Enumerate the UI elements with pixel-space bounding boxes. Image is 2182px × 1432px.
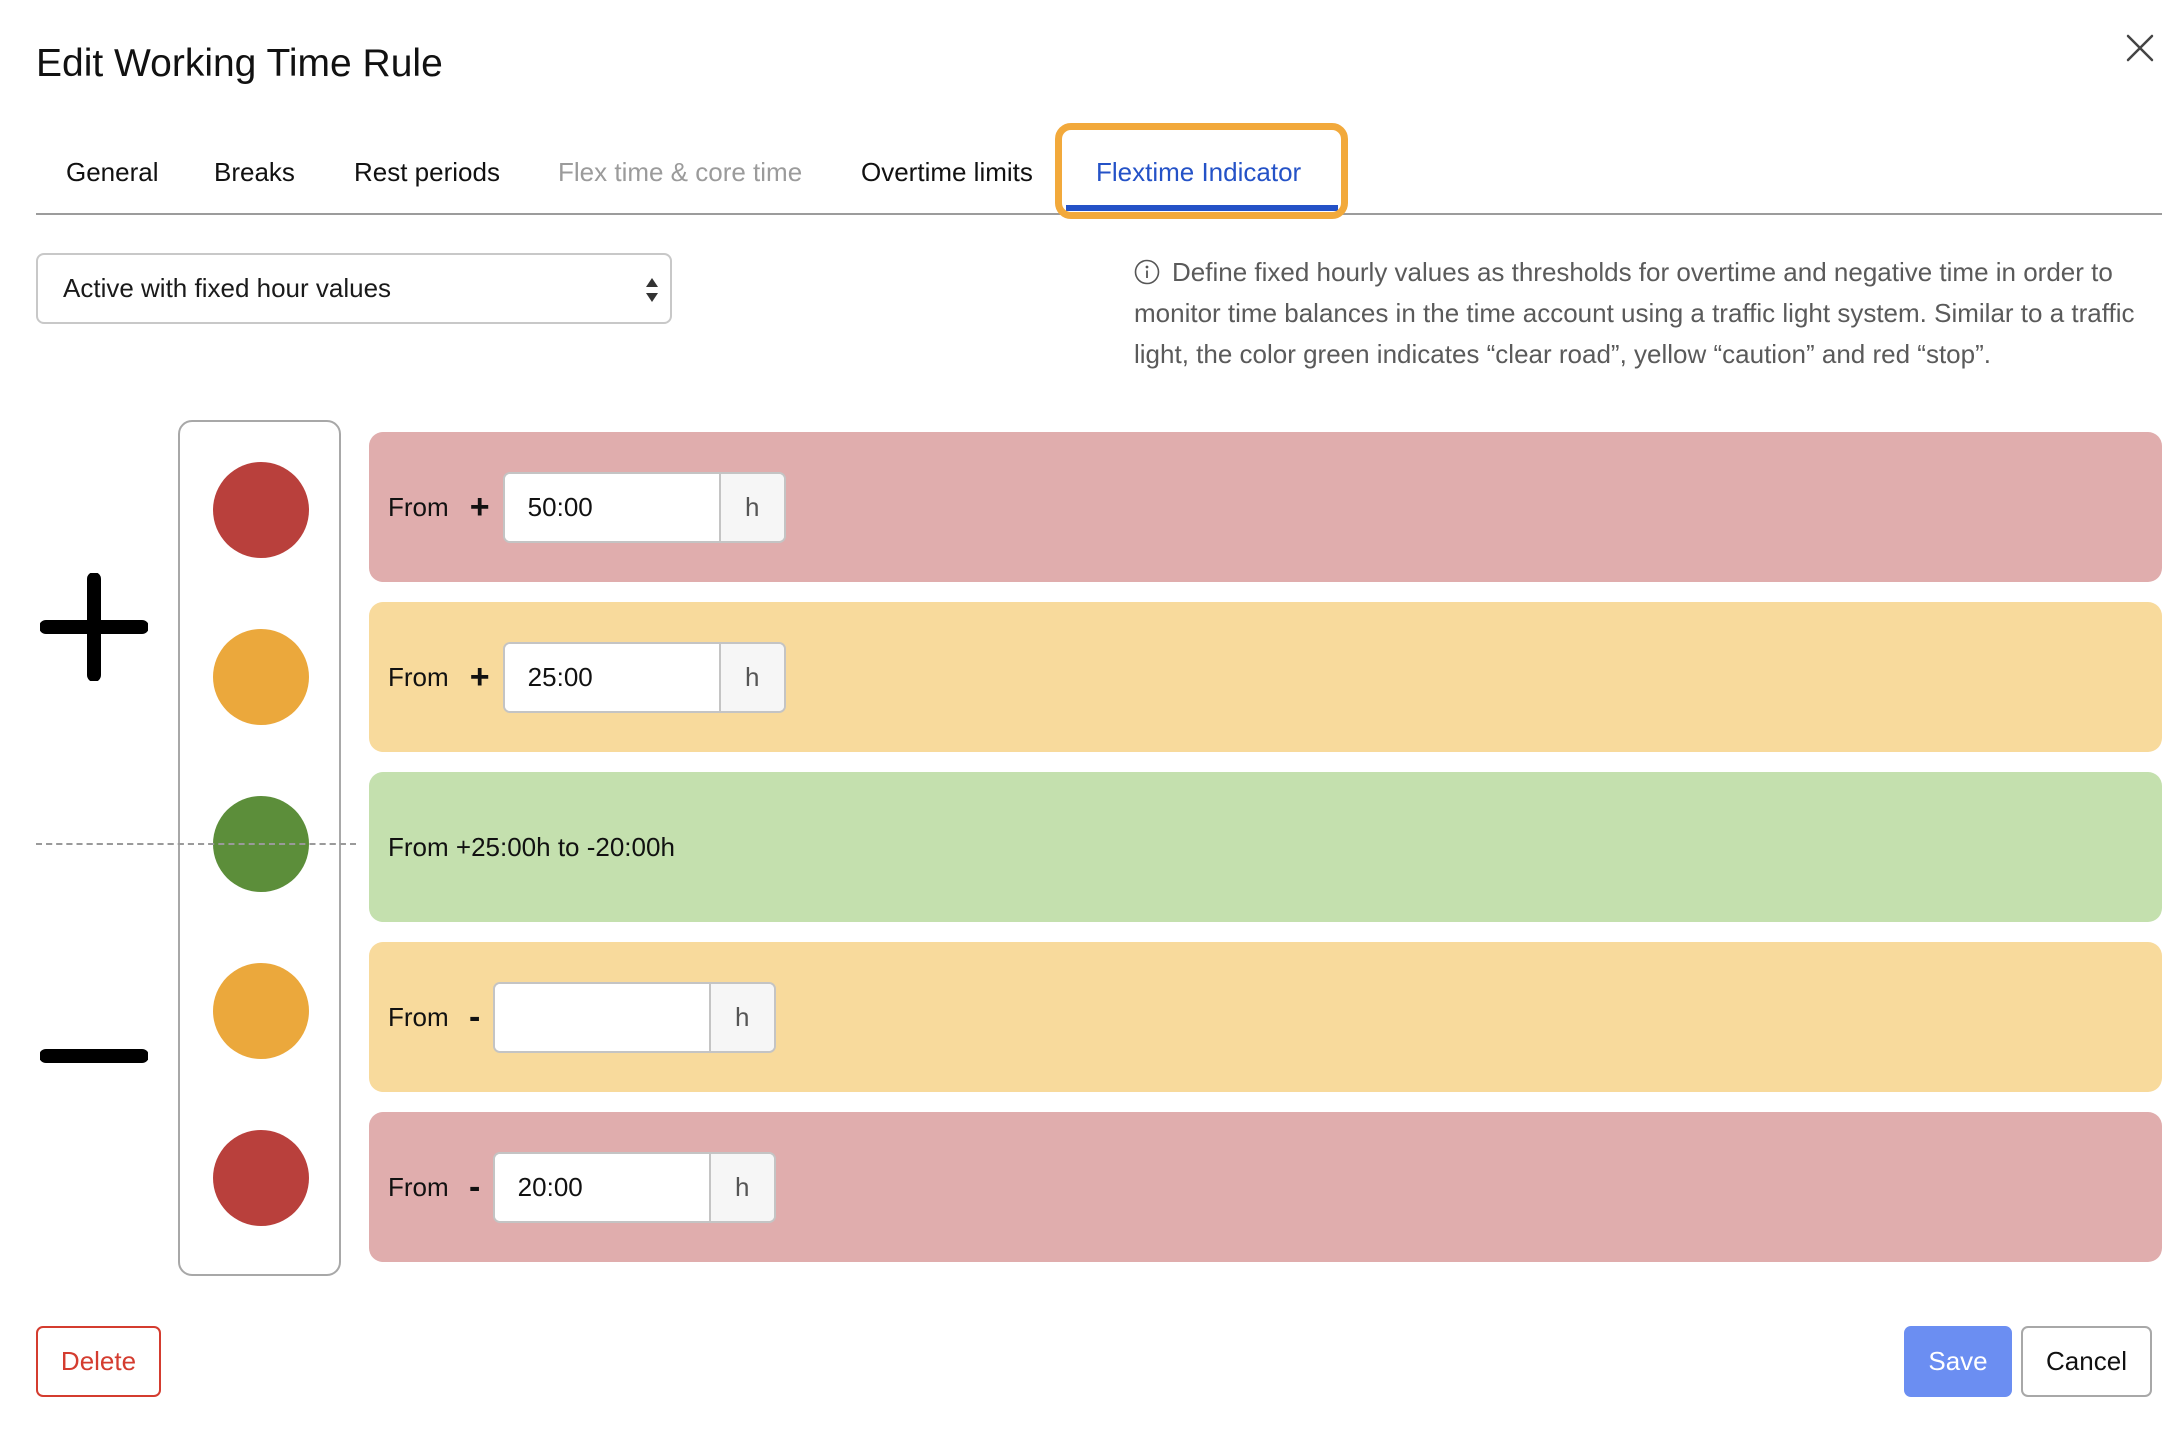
- yellow-negative-threshold-input[interactable]: [494, 983, 709, 1051]
- hours-unit: h: [718, 473, 784, 541]
- info-text: Define fixed hourly values as thresholds…: [1134, 257, 2135, 369]
- yellow-light-top: [213, 629, 309, 725]
- threshold-input-group: h: [502, 471, 786, 543]
- band-red-positive: From + h: [369, 432, 2162, 582]
- cancel-button[interactable]: Cancel: [2021, 1326, 2152, 1397]
- plus-sign: +: [469, 657, 490, 696]
- tab-rest-periods[interactable]: Rest periods: [354, 157, 500, 188]
- plus-sign: +: [469, 487, 490, 526]
- tab-breaks[interactable]: Breaks: [214, 157, 295, 188]
- traffic-light-panel: [178, 420, 341, 1276]
- green-range-text: From +25:00h to -20:00h: [388, 831, 675, 862]
- info-description: Define fixed hourly values as thresholds…: [1134, 252, 2164, 375]
- threshold-input-group: h: [492, 1151, 776, 1223]
- dialog-title: Edit Working Time Rule: [36, 42, 443, 85]
- red-light-top: [213, 462, 309, 558]
- threshold-input-group: h: [502, 641, 786, 713]
- band-yellow-negative: From - h: [369, 942, 2162, 1092]
- hours-unit: h: [708, 1153, 774, 1221]
- red-positive-threshold-input[interactable]: [504, 473, 719, 541]
- plus-icon: [40, 573, 148, 681]
- hours-unit: h: [708, 983, 774, 1051]
- hours-unit: h: [718, 643, 784, 711]
- band-yellow-positive: From + h: [369, 602, 2162, 752]
- delete-button[interactable]: Delete: [36, 1326, 161, 1397]
- minus-sign: -: [469, 1167, 481, 1206]
- mode-select[interactable]: Active with fixed hour values: [36, 253, 672, 324]
- tab-flextime-indicator[interactable]: Flextime Indicator: [1096, 157, 1301, 188]
- tab-overtime-limits[interactable]: Overtime limits: [861, 157, 1033, 188]
- band-from-label: From: [388, 491, 449, 522]
- band-green: From +25:00h to -20:00h: [369, 772, 2162, 922]
- band-from-label: From: [388, 661, 449, 692]
- threshold-input-group: h: [492, 981, 776, 1053]
- edit-working-time-rule-dialog: Edit Working Time Rule General Breaks Re…: [0, 0, 2182, 1432]
- red-negative-threshold-input[interactable]: [494, 1153, 709, 1221]
- info-icon: [1134, 259, 1160, 285]
- yellow-positive-threshold-input[interactable]: [504, 643, 719, 711]
- band-from-label: From: [388, 1001, 449, 1032]
- minus-sign: -: [469, 997, 481, 1036]
- red-light-bottom: [213, 1130, 309, 1226]
- yellow-light-bottom: [213, 963, 309, 1059]
- mode-select-value: Active with fixed hour values: [63, 273, 392, 303]
- close-icon: [2126, 34, 2154, 62]
- save-button[interactable]: Save: [1904, 1326, 2012, 1397]
- band-red-negative: From - h: [369, 1112, 2162, 1262]
- close-button[interactable]: [2120, 28, 2160, 68]
- select-arrows-icon: [646, 278, 658, 302]
- active-tab-indicator: [1066, 205, 1338, 211]
- minus-icon: [40, 1049, 148, 1063]
- tab-flex-time-core-time: Flex time & core time: [558, 157, 803, 187]
- tab-general[interactable]: General: [66, 157, 159, 188]
- band-from-label: From: [388, 1171, 449, 1202]
- zero-line-overlay: [36, 843, 356, 845]
